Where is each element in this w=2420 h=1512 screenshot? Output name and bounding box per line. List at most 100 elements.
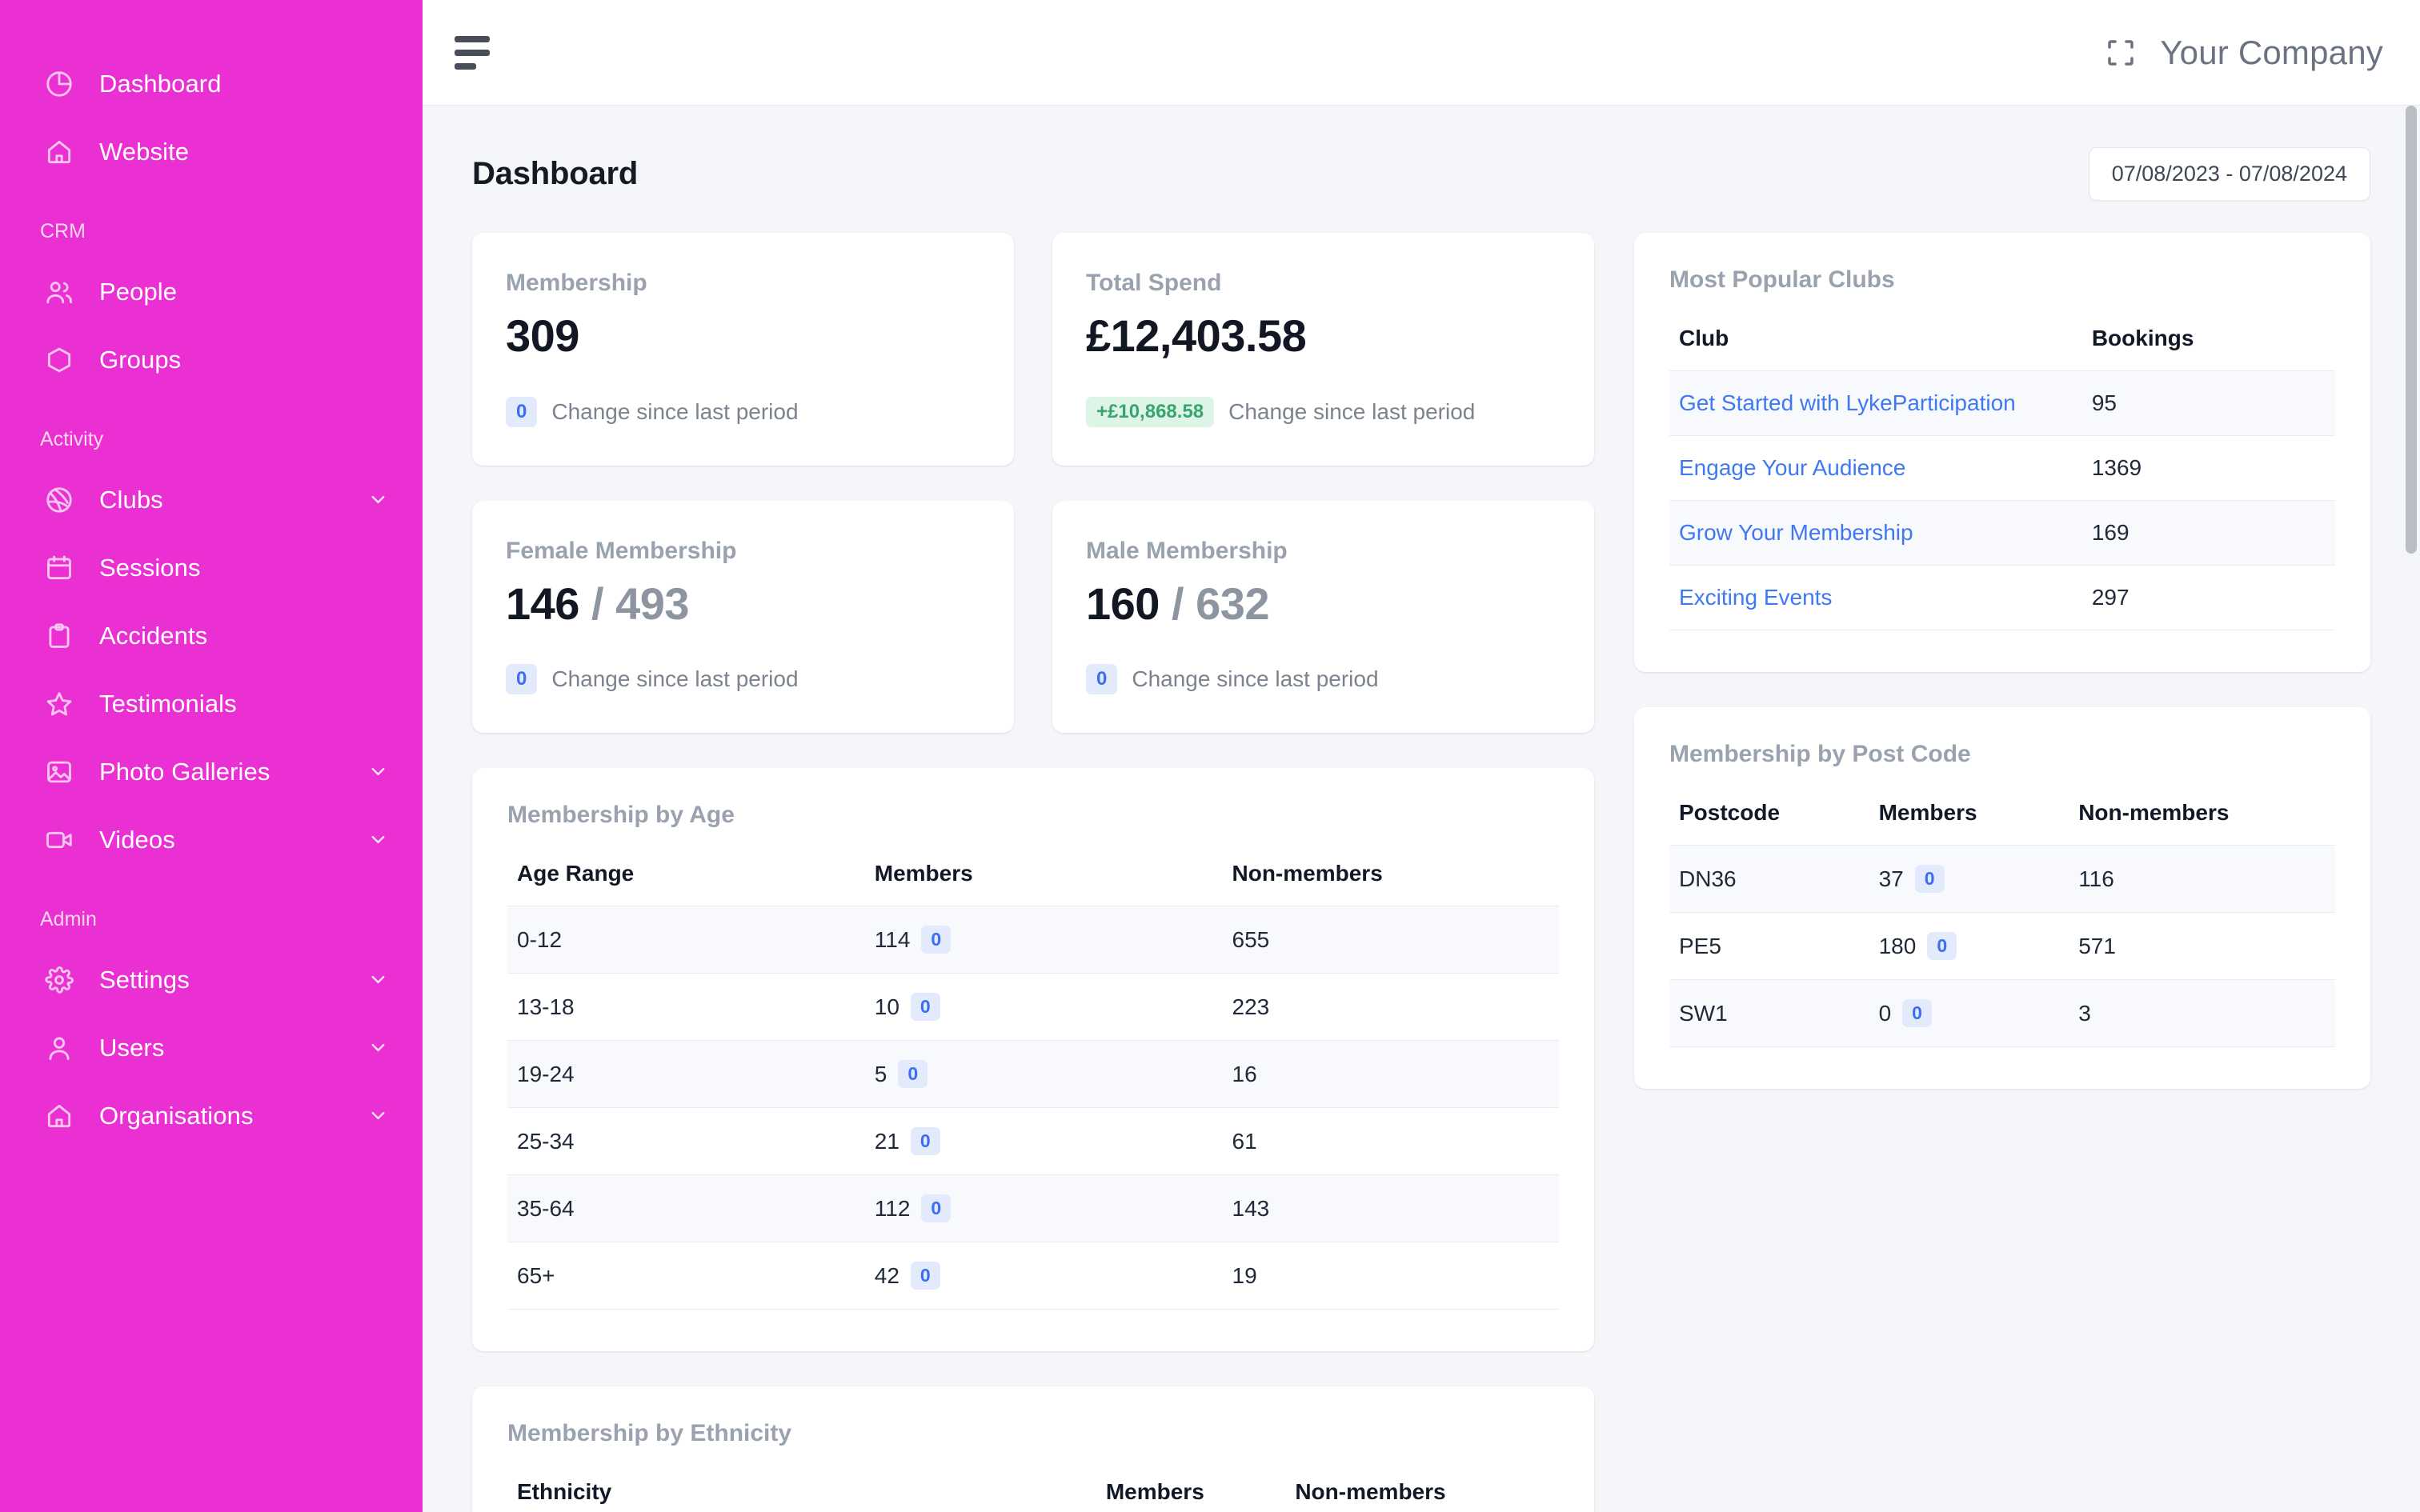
sidebar-section-admin: Admin [40,907,97,930]
table-row: 25-34 21 0 61 [507,1107,1559,1176]
table-header-row: Postcode Members Non-members [1669,800,2335,846]
cell-value: 42 [874,1262,899,1288]
sidebar-item-sessions[interactable]: Sessions [0,534,423,602]
table-row: Grow Your Membership 169 [1669,500,2335,566]
hamburger-bar-3 [455,62,476,70]
cell-nonmembers: 571 [2069,912,2335,980]
sidebar-item-label: People [99,277,178,306]
stat-footer: 0 Change since last period [1086,664,1561,695]
stat-value: 146 / 493 [506,578,980,630]
dribbble-icon [40,481,78,519]
most-popular-clubs-card: Most Popular Clubs Club Bookings Get Sta… [1634,233,2370,672]
sidebar-item-label: Videos [99,825,175,854]
chevron-down-icon[interactable] [367,489,389,510]
cell-value: 112 [874,1195,911,1221]
change-badge: 0 [1927,932,1957,960]
sidebar-item-organisations[interactable]: Organisations [0,1082,423,1150]
chevron-down-icon[interactable] [367,761,389,782]
cell-nonmembers: 116 [2069,845,2335,913]
stat-label: Female Membership [506,537,737,564]
cell-age-range: 13-18 [507,973,865,1042]
sidebar-item-accidents[interactable]: Accidents [0,602,423,670]
column-header-nonmembers: Non-members [1295,1479,1446,1505]
table-row: 19-24 5 0 16 [507,1040,1559,1109]
sidebar-item-settings[interactable]: Settings [0,946,423,1014]
table-row: PE5 180 0 571 [1669,912,2335,980]
stat-label: Total Spend [1086,270,1222,296]
change-badge: 0 [898,1060,928,1089]
stat-value: 309 [506,310,980,362]
chevron-down-icon[interactable] [367,829,389,850]
clipboard-icon [40,617,78,655]
sidebar-item-people[interactable]: People [0,258,423,326]
cell-value: 21 [874,1128,899,1154]
table-row: Engage Your Audience 1369 [1669,435,2335,501]
membership-by-postcode-card: Membership by Post Code Postcode Members… [1634,707,2370,1089]
sidebar-item-website[interactable]: Website [0,118,423,186]
scrollbar-thumb[interactable] [2406,106,2417,554]
cell-club: Engage Your Audience [1669,435,2082,501]
user-icon [40,1029,78,1067]
sidebar-section-crm: CRM [40,219,86,242]
stat-value-primary: 309 [506,310,579,361]
membership-by-age-card: Membership by Age Age Range Members Non-… [472,768,1594,1352]
sidebar-item-label: Groups [99,345,182,374]
status-badge: 0 [506,664,538,695]
table-head: Ethnicity Members Non-members [507,1479,1559,1512]
page-title: Dashboard [472,156,639,191]
column-header-age-range: Age Range [517,861,635,886]
sidebar-item-clubs[interactable]: Clubs [0,466,423,534]
club-link[interactable]: Exciting Events [1679,585,1832,610]
cell-club: Get Started with LykeParticipation [1669,370,2082,436]
pie-chart-icon [40,65,78,103]
stat-footer: +£10,868.58 Change since last period [1086,396,1561,427]
sidebar-item-groups[interactable]: Groups [0,326,423,394]
home-icon [40,133,78,171]
table-header-row: Age Range Members Non-members [507,861,1559,906]
table-body: DN36 37 0 116 PE5 180 0 571 SW1 0 0 3 [1669,845,2335,1047]
column-header-club: Club [1679,326,1729,350]
date-range-picker[interactable]: 07/08/2023 - 07/08/2024 [2088,147,2370,201]
table-header-row: Ethnicity Members Non-members [507,1479,1559,1512]
gear-icon [40,961,78,999]
membership-by-postcode-table: Postcode Members Non-members DN36 37 0 116 P… [1669,800,2335,1047]
cell-club: Exciting Events [1669,565,2082,630]
table-row: 13-18 10 0 223 [507,973,1559,1042]
cell-postcode: DN36 [1669,845,1869,913]
cell-members: 10 0 [864,973,1223,1042]
cell-nonmembers: 16 [1222,1040,1559,1109]
change-badge: 0 [921,926,952,954]
sidebar-item-label: Photo Galleries [99,757,270,786]
stat-value-secondary: / 493 [591,578,690,629]
club-link[interactable]: Grow Your Membership [1679,520,1913,545]
cell-age-range: 65+ [507,1242,865,1310]
club-link[interactable]: Engage Your Audience [1679,455,1905,480]
stat-label: Male Membership [1086,537,1288,564]
vertical-scrollbar[interactable] [2406,106,2417,1512]
chevron-down-icon[interactable] [367,1037,389,1058]
sidebar-item-photo-galleries[interactable]: Photo Galleries [0,738,423,806]
sidebar-item-label: Users [99,1033,165,1062]
change-badge: 0 [921,1194,952,1223]
sidebar-item-testimonials[interactable]: Testimonials [0,670,423,738]
stat-footer: 0 Change since last period [506,396,980,427]
change-badge: 0 [910,993,940,1022]
column-header-bookings: Bookings [2091,326,2194,350]
cell-bookings: 169 [2081,500,2335,566]
sidebar-item-dashboard[interactable]: Dashboard [0,50,423,118]
cell-value: 5 [874,1061,887,1086]
app-root: Dashboard Website CRM People Groups Activity C… [0,0,2420,1512]
hamburger-icon[interactable] [455,31,498,74]
chevron-down-icon[interactable] [367,1105,389,1126]
sidebar-item-videos[interactable]: Videos [0,806,423,874]
cell-nonmembers: 61 [1222,1107,1559,1176]
brand[interactable]: Your Company [2104,34,2383,72]
panel-title: Most Popular Clubs [1669,266,1895,293]
cell-nonmembers: 143 [1222,1174,1559,1243]
membership-by-ethnicity-table: Ethnicity Members Non-members White28901… [507,1479,1559,1512]
sidebar-item-users[interactable]: Users [0,1014,423,1082]
club-link[interactable]: Get Started with LykeParticipation [1679,390,2016,415]
table-row: SW1 0 0 3 [1669,979,2335,1047]
change-badge: 0 [1902,999,1932,1027]
chevron-down-icon[interactable] [367,969,389,990]
